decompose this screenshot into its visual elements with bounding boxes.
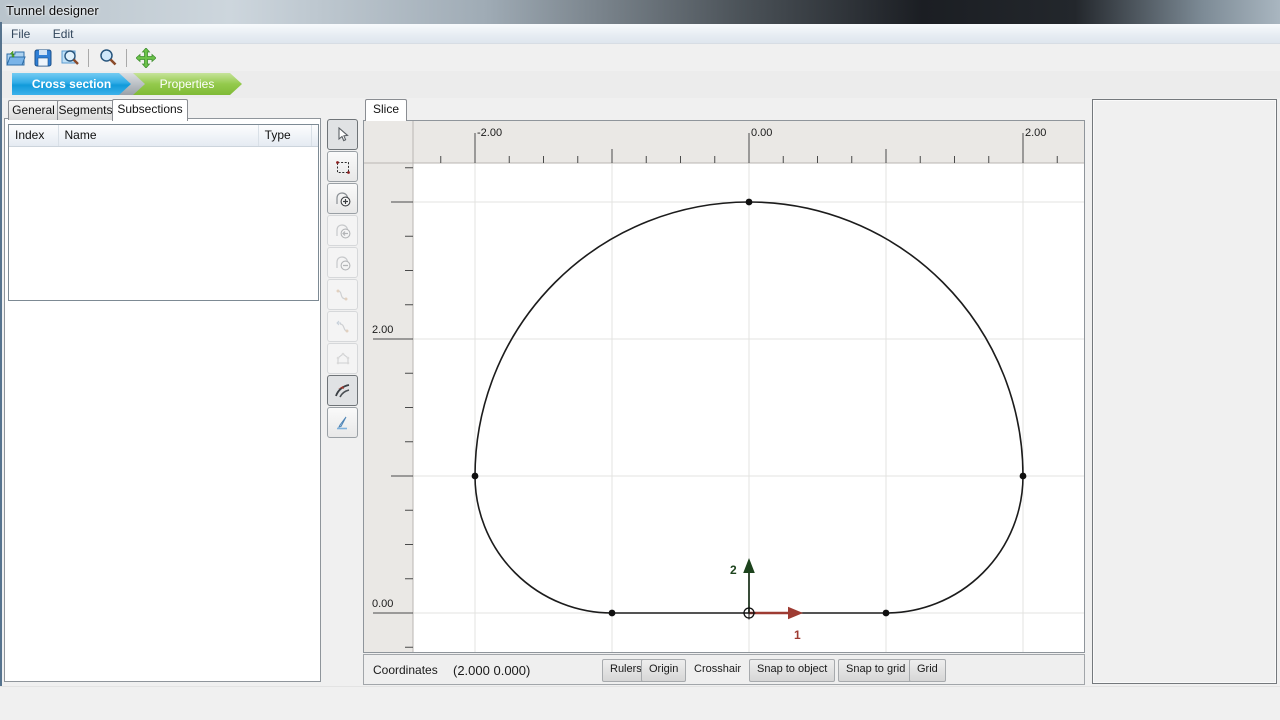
shape-point[interactable] [472, 473, 479, 480]
shape-point[interactable] [883, 610, 890, 617]
title-bar: Tunnel designer [0, 0, 1280, 24]
pan-button[interactable] [133, 46, 159, 70]
add-polygon-tool-button [327, 343, 358, 374]
properties-panel [1092, 99, 1277, 684]
shape-point[interactable] [746, 199, 753, 206]
column-header-name[interactable]: Name [59, 125, 259, 146]
window-title: Tunnel designer [6, 0, 99, 22]
coordinates-value: (2.000 0.000) [453, 663, 530, 678]
ruler-label: 2.00 [372, 324, 393, 336]
axis-2-label: 2 [730, 563, 737, 577]
insert-point-tool-button [327, 311, 358, 342]
shape-point[interactable] [1020, 473, 1027, 480]
toggle-snap-to-grid[interactable]: Snap to grid [838, 659, 913, 682]
magnifier-icon [98, 48, 118, 68]
coordinates-label: Coordinates [373, 663, 438, 677]
toggle-origin[interactable]: Origin [641, 659, 686, 682]
toolbar-separator [88, 49, 89, 67]
save-floppy-icon [33, 48, 53, 68]
subsections-table[interactable]: Index Name Type [8, 124, 319, 301]
axis-1-label: 1 [794, 628, 801, 642]
shape-arrow-icon [334, 222, 352, 240]
shape-minus-icon [334, 254, 352, 272]
tab-slice[interactable]: Slice [365, 99, 407, 121]
tab-segments[interactable]: Segments [57, 100, 114, 120]
open-button[interactable] [3, 46, 29, 70]
slice-canvas-panel: -2.00 0.00 2.00 2.00 0.00 2 1 [363, 120, 1085, 653]
move-arrows-icon [136, 48, 156, 68]
marquee-icon [335, 159, 351, 175]
window-frame-edge [0, 22, 2, 686]
column-header-type[interactable]: Type [259, 125, 312, 146]
table-header: Index Name Type [9, 125, 318, 147]
curve-icon [335, 287, 351, 303]
menu-bar: File Edit [2, 24, 1280, 44]
toggle-grid[interactable]: Grid [909, 659, 946, 682]
column-header-index[interactable]: Index [9, 125, 59, 146]
column-header-filler [312, 125, 318, 146]
polygon-icon [335, 351, 351, 367]
toggle-crosshair[interactable]: Crosshair [687, 659, 748, 680]
insert-subsection-tool-button [327, 215, 358, 246]
ruler-label: 0.00 [751, 127, 772, 139]
zoom-button[interactable] [95, 46, 121, 70]
shape-point[interactable] [609, 610, 616, 617]
toggle-snap-to-object[interactable]: Snap to object [749, 659, 835, 682]
open-folder-icon [6, 48, 26, 68]
slice-canvas[interactable]: -2.00 0.00 2.00 2.00 0.00 2 1 [364, 121, 1084, 652]
delete-subsection-tool-button [327, 247, 358, 278]
toolbar-separator [126, 49, 127, 67]
knife-icon [334, 414, 352, 432]
cut-tool-button[interactable] [327, 407, 358, 438]
zoom-rectangle-icon [60, 48, 80, 68]
tab-general[interactable]: General [8, 100, 59, 120]
drawing-toolbar [327, 119, 358, 439]
ruler-label: 0.00 [372, 598, 393, 610]
breadcrumb-step-cross-section[interactable]: Cross section [12, 73, 131, 95]
ruler-label: 2.00 [1025, 127, 1046, 139]
add-curve-tool-button [327, 279, 358, 310]
save-button[interactable] [30, 46, 56, 70]
footer-bar: VIP Generate* Close [0, 686, 1280, 720]
rectangle-select-tool-button[interactable] [327, 151, 358, 182]
canvas-status-bar: Coordinates (2.000 0.000) Rulers Origin … [363, 654, 1085, 685]
zoom-rectangle-button[interactable] [57, 46, 83, 70]
menu-file[interactable]: File [2, 24, 39, 44]
select-tool-button[interactable] [327, 119, 358, 150]
curve-arrow-icon [335, 319, 351, 335]
add-subsection-tool-button[interactable] [327, 183, 358, 214]
arcs-icon [334, 382, 352, 400]
breadcrumb: Cross section Properties [2, 71, 1280, 98]
ruler-label: -2.00 [477, 127, 502, 139]
intersect-tool-button[interactable] [327, 375, 358, 406]
cursor-icon [335, 127, 351, 143]
menu-edit[interactable]: Edit [44, 24, 83, 44]
tab-subsections[interactable]: Subsections [112, 99, 188, 121]
main-toolbar [2, 44, 1280, 71]
shape-plus-icon [334, 190, 352, 208]
